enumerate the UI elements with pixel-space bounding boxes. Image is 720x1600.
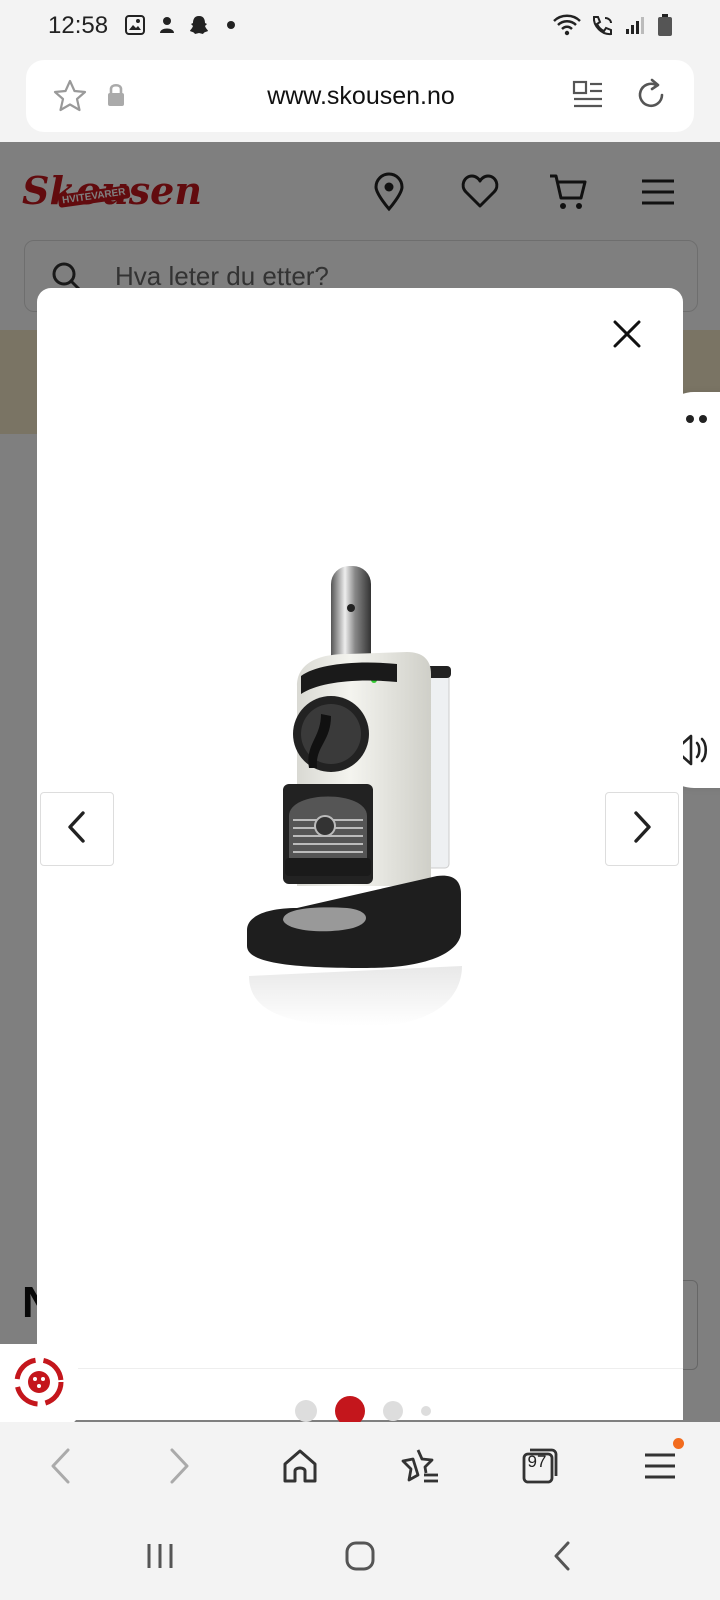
pagination-dot[interactable] [421,1406,431,1416]
back-icon[interactable] [36,1442,84,1490]
address-bar[interactable]: www.skousen.no [26,60,694,132]
image-gallery-modal [37,288,683,1426]
bookmarks-icon[interactable] [396,1442,444,1490]
chat-logo-icon [13,1356,65,1413]
close-icon[interactable] [607,314,647,354]
wifi-icon [552,14,582,36]
snapchat-icon [188,14,210,36]
notification-dot [673,1438,684,1449]
status-time: 12:58 [48,12,109,39]
person-alert-icon [156,14,178,36]
tabs-icon[interactable]: 97 [516,1442,564,1490]
reader-mode-icon[interactable] [571,78,605,117]
signal-icon [624,14,646,36]
divider [37,1368,683,1369]
home-button-icon[interactable] [338,1536,382,1576]
home-icon[interactable] [276,1442,324,1490]
bookmark-star-icon[interactable] [52,78,88,119]
chevron-left-icon [65,809,89,850]
reload-icon[interactable] [632,76,670,119]
pagination-dot[interactable] [383,1401,403,1421]
system-navigation-bar [0,1510,720,1600]
next-image-button[interactable] [605,792,679,866]
product-image[interactable] [237,556,497,1056]
lock-icon[interactable] [106,82,126,113]
battery-icon [654,14,676,36]
browser-toolbar: 97 [0,1422,720,1510]
url-text[interactable]: www.skousen.no [166,82,556,111]
recent-apps-icon[interactable] [138,1536,182,1576]
wifi-call-icon [590,14,616,36]
status-bar: 12:58 [0,0,720,52]
chat-widget-button[interactable] [0,1344,78,1424]
browser-menu-icon[interactable] [636,1438,684,1490]
pagination-dot[interactable] [295,1400,317,1422]
tabs-count: 97 [527,1452,547,1471]
gallery-icon [124,14,146,36]
dot-icon [220,14,242,36]
previous-image-button[interactable] [40,792,114,866]
system-back-icon[interactable] [540,1536,584,1576]
forward-icon[interactable] [156,1442,204,1490]
chevron-right-icon [630,809,654,850]
